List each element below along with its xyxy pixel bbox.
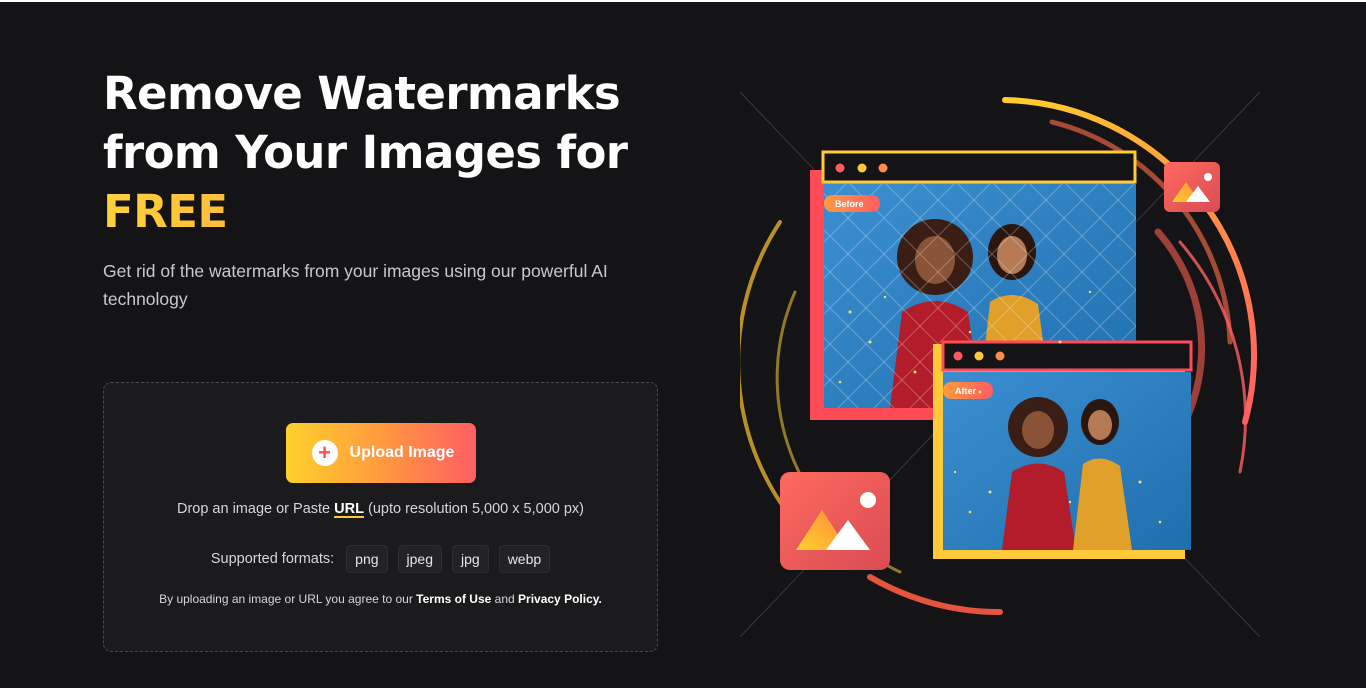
window-dot-orange [878,163,888,173]
paste-url-link[interactable]: URL [334,501,364,517]
terms-of-use-link[interactable]: Terms of Use [416,592,491,606]
window-dot-red [835,163,845,173]
format-chip-jpeg: jpeg [397,545,442,573]
before-badge-label: Before [835,199,864,209]
after-window: After [933,340,1193,559]
drop-prefix: Drop an image or Paste [176,501,331,517]
window-dot-orange [995,351,1005,361]
top-edge [0,0,1366,2]
title-line-2: from Your Images for [103,126,628,179]
image-icon [1164,162,1220,212]
format-chip-png: png [346,545,388,573]
page-title: Remove Watermarks from Your Images for F… [103,64,663,241]
terms-and: and [494,592,515,606]
window-dot-yellow [857,163,867,173]
terms-notice: By uploading an image or URL you agree t… [104,592,657,606]
hero-subtitle: Get rid of the watermarks from your imag… [103,261,608,309]
upload-image-button[interactable]: + Upload Image [286,423,476,483]
drop-instructions: Drop an image or Paste URL (upto resolut… [104,501,657,517]
title-line-1: Remove Watermarks [103,67,621,120]
drop-suffix: (upto resolution 5,000 x 5,000 px) [367,501,585,517]
before-after-illustration: Before After [740,92,1260,637]
window-dot-yellow [974,351,984,361]
upload-drop-zone[interactable]: + Upload Image Drop an image or Paste UR… [103,382,658,652]
after-badge-label: After [955,386,976,396]
formats-label: Supported formats: [210,551,335,567]
supported-formats: Supported formats: png jpeg jpg webp [104,545,657,573]
format-chip-jpg: jpg [452,545,489,573]
format-chip-webp: webp [498,545,551,573]
window-dot-red [953,351,963,361]
privacy-policy-link[interactable]: Privacy Policy. [518,592,602,606]
terms-prefix: By uploading an image or URL you agree t… [159,592,413,606]
title-highlight: FREE [103,182,663,241]
plus-icon: + [311,440,338,466]
image-icon [780,472,890,570]
upload-button-label: Upload Image [349,444,455,461]
